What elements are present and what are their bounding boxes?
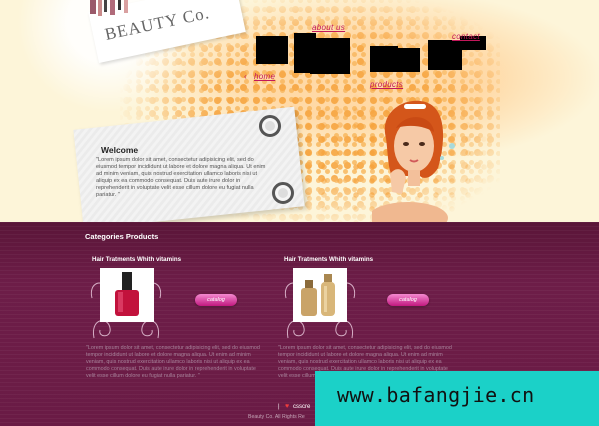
heart-icon: ♥ <box>285 403 290 410</box>
footer-credit-link[interactable]: csscre <box>293 404 310 410</box>
product-1-catalog-button[interactable]: catalog <box>195 294 237 306</box>
footer-copyright: Beauty Co. All Rights Re <box>248 414 305 420</box>
nav-redacted-block-3 <box>310 38 350 74</box>
nav-redacted-block-5 <box>398 48 420 72</box>
categories-title: Categories Products <box>85 232 159 241</box>
welcome-text: "Lorem ipsum dolor sit amet, consectetur… <box>96 157 266 199</box>
welcome-title: Welcome <box>101 145 139 155</box>
watermark-text: www.bafangjie.cn <box>337 383 535 407</box>
product-1-description: "Lorem ipsum dolor sit amet, consectetur… <box>86 345 260 379</box>
footer-separator: | <box>278 404 280 410</box>
product-2-catalog-button[interactable]: catalog <box>387 294 429 306</box>
perfume-bottle-icon <box>301 274 335 316</box>
nav-home-arrow-icon: ‹ <box>244 72 247 81</box>
nav-products-link[interactable]: products <box>370 80 403 89</box>
product-1-title[interactable]: Hair Tratments Whith vitamins <box>92 256 181 263</box>
nail-polish-icon <box>115 272 139 316</box>
nav-redacted-block-1 <box>256 36 288 64</box>
makeup-brushes-icon <box>90 0 128 16</box>
nav-home-link[interactable]: home <box>254 72 275 81</box>
nav-contact-link[interactable]: contact <box>452 32 480 41</box>
woman-illustration-icon <box>372 100 455 222</box>
ring-binder-icon-bottom <box>272 182 294 204</box>
nav-about-link[interactable]: about us <box>312 23 345 32</box>
product-2-title[interactable]: Hair Tratments Whith vitamins <box>284 256 373 263</box>
ring-binder-icon-top <box>259 115 281 137</box>
nav-redacted-block-4 <box>370 46 398 72</box>
nav-redacted-block-6 <box>428 40 462 70</box>
